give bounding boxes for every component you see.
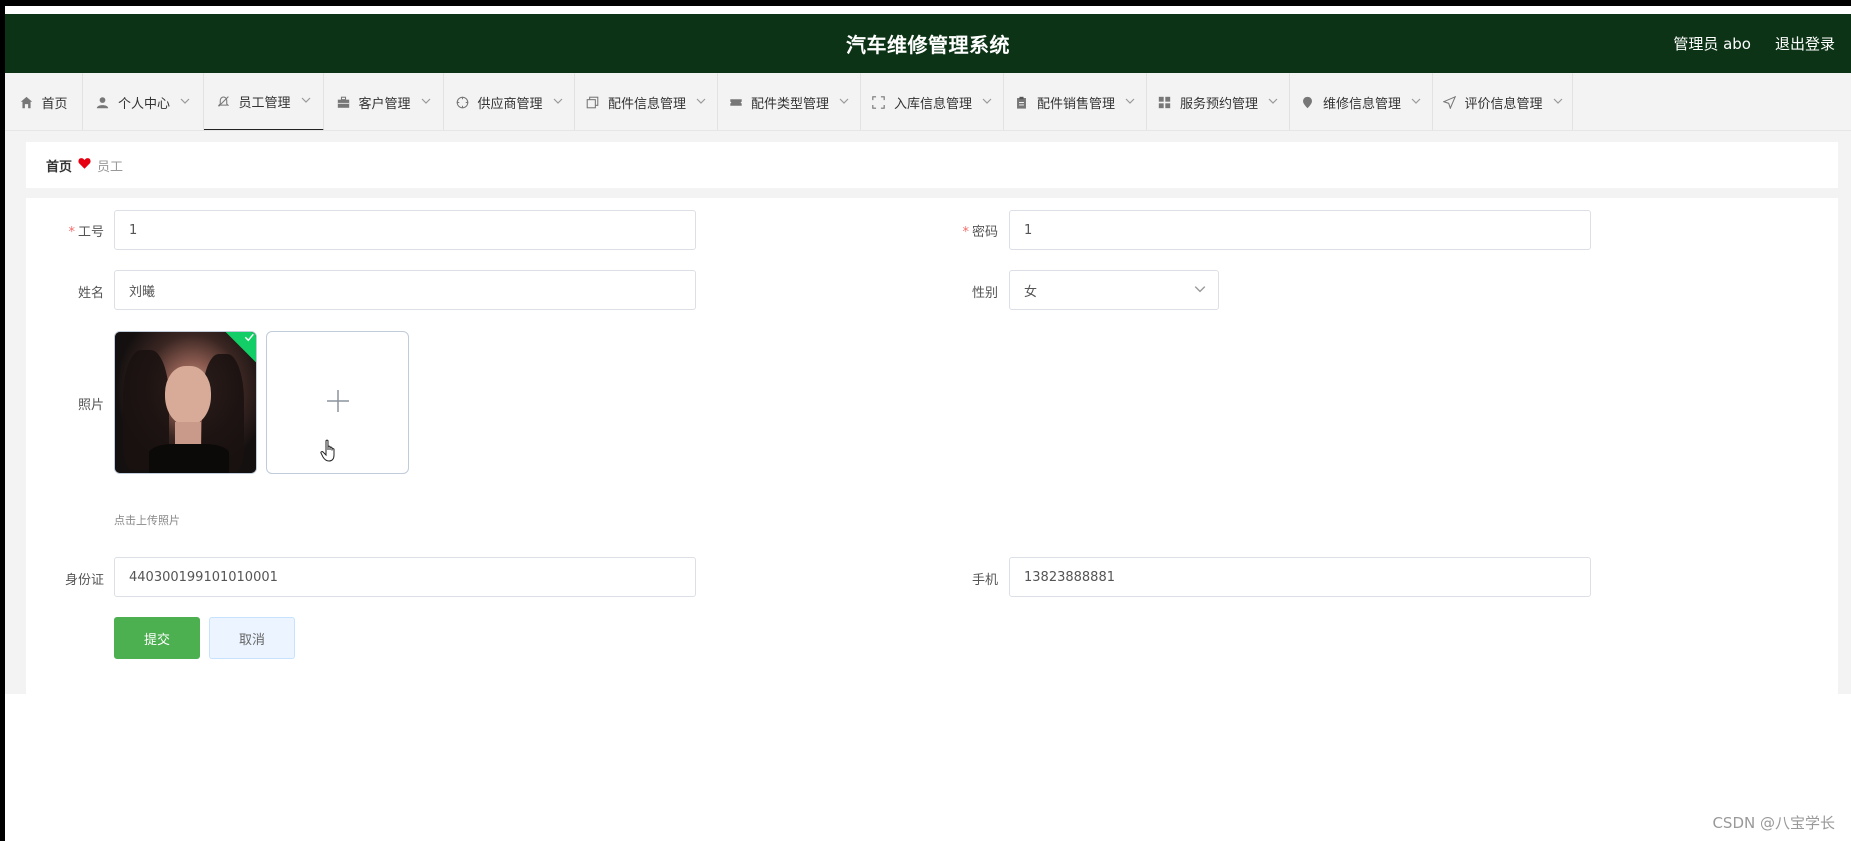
top-nav: 首页 个人中心 员工管理 客户管理 供应商管理 配件信息管理 配件类型管理 入库… [5,73,1851,131]
photo-thumbnail [115,332,256,473]
clipboard-icon [1015,95,1029,109]
name-input[interactable]: 刘曦 [114,270,696,310]
nav-item-label: 首页 [41,96,68,112]
nav-item-label: 供应商管理 [477,96,543,112]
gender-label: 性别 [971,286,998,301]
nav-item-personal[interactable]: 个人中心 [83,73,204,130]
cancel-button[interactable]: 取消 [209,617,295,659]
nav-item-label: 配件信息管理 [607,96,686,112]
chevron-down-icon [1268,96,1278,109]
nav-item-label: 评价信息管理 [1464,96,1543,112]
hand-cursor-icon [320,439,338,467]
breadcrumb-current: 员工 [97,159,124,175]
top-border [0,0,1851,6]
chevron-down-icon [1125,96,1135,109]
id-card-label: 身份证 [64,573,104,588]
chevron-down-icon [696,96,706,109]
nav-item-label: 员工管理 [238,95,291,111]
fullscreen-icon [872,95,886,109]
gender-select[interactable]: 女 [1009,270,1219,310]
app-title: 汽车维修管理系统 [846,33,1010,57]
id-card-input[interactable]: 440300199101010001 [114,557,696,597]
nav-item-label: 个人中心 [117,96,170,112]
submit-button[interactable]: 提交 [114,617,200,659]
nav-item-label: 入库信息管理 [893,96,972,112]
nav-item-supplier[interactable]: 供应商管理 [444,73,575,130]
photo-label: 照片 [77,398,104,413]
employee-no-input[interactable]: 1 [114,210,696,250]
photo-hint: 点击上传照片 [114,514,180,527]
chevron-down-icon [982,96,992,109]
nav-item-customer[interactable]: 客户管理 [324,73,444,130]
app-header: 汽车维修管理系统 管理员 abo 退出登录 [5,14,1851,73]
check-icon [244,333,254,342]
nav-item-reviews[interactable]: 评价信息管理 [1433,73,1573,130]
chevron-down-icon [1194,283,1208,297]
nav-item-parts-info[interactable]: 配件信息管理 [575,73,718,130]
plus-icon [325,388,351,418]
nav-item-label: 客户管理 [358,96,411,112]
nav-item-parts-type[interactable]: 配件类型管理 [718,73,861,130]
uploaded-photo[interactable] [114,331,257,474]
chevron-down-icon [180,96,190,109]
chevron-down-icon [1553,96,1563,109]
breadcrumb: 首页 员工 [26,142,1838,188]
send-icon [1442,95,1456,109]
required-mark: * [68,225,75,240]
nav-item-label: 配件销售管理 [1036,96,1115,112]
user-icon [96,95,110,109]
nav-item-repair-info[interactable]: 维修信息管理 [1290,73,1433,130]
home-icon [19,95,33,109]
chevron-down-icon [553,96,563,109]
password-label: * 密码 [962,225,998,240]
compass-icon [455,95,469,109]
chevron-down-icon [421,96,431,109]
chevron-down-icon [301,95,311,108]
nav-item-home[interactable]: 首页 [5,73,83,130]
briefcase-icon [336,95,350,109]
password-input[interactable]: 1 [1009,210,1591,250]
copy-icon [586,95,600,109]
employee-no-label: * 工号 [68,225,104,240]
breadcrumb-home[interactable]: 首页 [46,156,72,175]
logout-link[interactable]: 退出登录 [1775,33,1835,54]
nav-item-parts-sales[interactable]: 配件销售管理 [1004,73,1147,130]
required-mark: * [962,225,969,240]
phone-input[interactable]: 13823888881 [1009,557,1591,597]
watermark: CSDN @八宝学长 [1712,814,1835,832]
nav-item-service-booking[interactable]: 服务预约管理 [1147,73,1290,130]
nav-item-label: 配件类型管理 [750,96,829,112]
chevron-down-icon [1411,96,1421,109]
bell-off-icon [216,94,230,108]
phone-label: 手机 [971,573,998,588]
header-user-area: 管理员 abo 退出登录 [1673,14,1835,73]
nav-item-label: 服务预约管理 [1179,96,1258,112]
name-label: 姓名 [77,286,104,301]
nav-item-label: 维修信息管理 [1322,96,1401,112]
ticket-icon [729,95,743,109]
pin-icon [1301,95,1315,109]
heart-icon [78,157,91,173]
chevron-down-icon [839,96,849,109]
nav-item-stock-in[interactable]: 入库信息管理 [861,73,1004,130]
grid-icon [1158,95,1172,109]
nav-item-employee[interactable]: 员工管理 [204,73,324,130]
current-user: 管理员 abo [1673,35,1751,53]
